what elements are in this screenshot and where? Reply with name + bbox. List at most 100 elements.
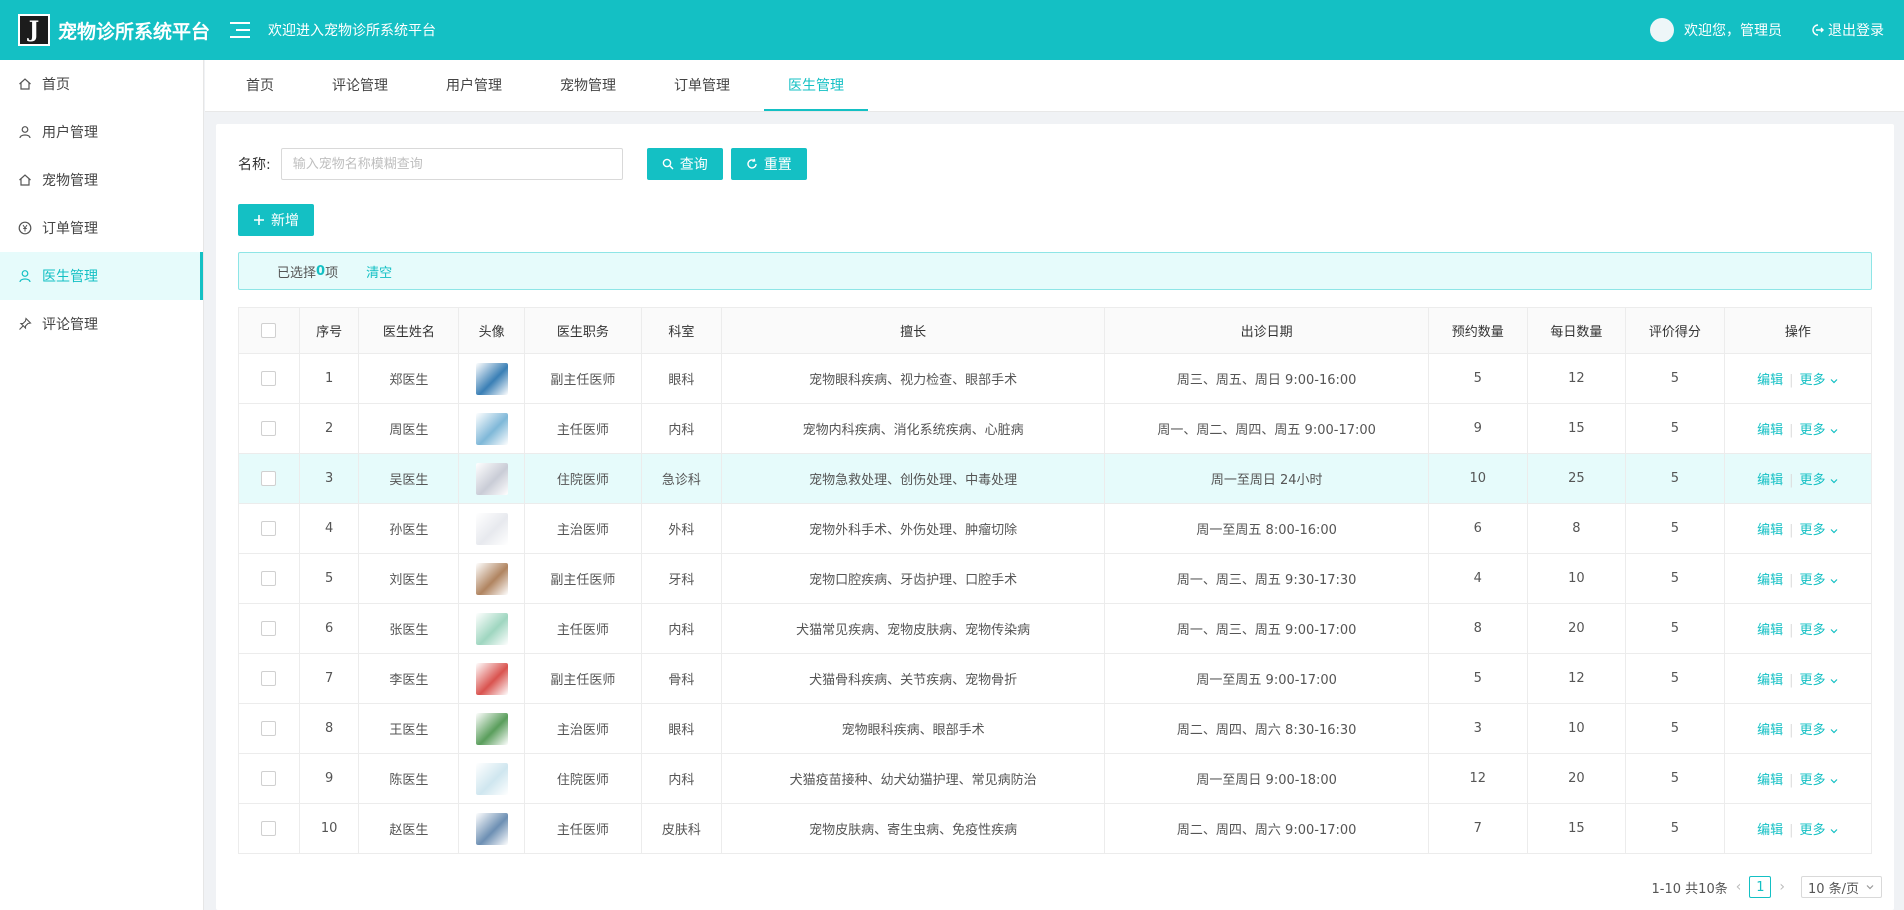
edit-link[interactable]: 编辑 <box>1757 523 1783 538</box>
row-select-cell[interactable] <box>238 503 300 554</box>
doctor-avatar[interactable] <box>475 812 508 845</box>
more-dropdown[interactable]: 更多 <box>1800 823 1839 838</box>
table-row[interactable]: 8 王医生 主治医师 眼科 宠物眼科疾病、眼部手术 周二、周四、周六 8:30-16:30… <box>238 703 1873 754</box>
doctor-avatar[interactable] <box>475 762 508 795</box>
doctor-avatar[interactable] <box>475 512 508 545</box>
row-checkbox[interactable] <box>261 671 277 686</box>
edit-link[interactable]: 编辑 <box>1757 723 1783 738</box>
doctor-avatar[interactable] <box>475 362 508 395</box>
doctor-avatar[interactable] <box>475 662 508 695</box>
row-select-cell[interactable] <box>238 353 300 404</box>
more-dropdown[interactable]: 更多 <box>1800 623 1839 638</box>
logout-button[interactable]: 退出登录 <box>1810 20 1884 40</box>
search-input[interactable] <box>280 148 623 180</box>
table-row[interactable]: 1 郑医生 副主任医师 眼科 宠物眼科疾病、视力检查、眼部手术 周三、周五、周日 9:00… <box>238 353 1873 404</box>
tab-pets[interactable]: 宠物管理 <box>536 59 640 111</box>
menu-toggle-icon[interactable] <box>230 20 252 40</box>
tab-orders[interactable]: 订单管理 <box>650 59 754 111</box>
row-checkbox[interactable] <box>261 421 277 436</box>
edit-link[interactable]: 编辑 <box>1757 773 1783 788</box>
rating: 5 <box>1625 653 1725 704</box>
row-checkbox[interactable] <box>261 821 277 836</box>
more-label: 更多 <box>1799 473 1826 488</box>
table-row[interactable]: 3 吴医生 住院医师 急诊科 宠物急救处理、创伤处理、中毒处理 周一至周日 24小时 10 2… <box>238 453 1873 504</box>
search-row: 名称: 查询 重置 <box>238 148 807 180</box>
more-dropdown[interactable]: 更多 <box>1800 473 1839 488</box>
row-checkbox[interactable] <box>261 371 277 386</box>
select-all-checkbox[interactable] <box>261 323 277 338</box>
row-select-cell[interactable] <box>238 653 300 704</box>
table-row[interactable]: 5 刘医生 副主任医师 牙科 宠物口腔疾病、牙齿护理、口腔手术 周一、周三、周五 9:30… <box>238 553 1873 604</box>
tab-home[interactable]: 首页 <box>222 59 298 111</box>
tab-reviews[interactable]: 评论管理 <box>308 59 412 111</box>
column-header: 操作 <box>1723 307 1873 354</box>
actions-cell: 编辑 | 更多 <box>1723 653 1873 704</box>
row-select-cell[interactable] <box>238 703 300 754</box>
select-all-cell[interactable] <box>238 307 300 354</box>
more-dropdown[interactable]: 更多 <box>1800 773 1839 788</box>
avatar[interactable] <box>1650 18 1674 42</box>
sidebar-item-label: 订单管理 <box>42 221 98 237</box>
actions-cell: 编辑 | 更多 <box>1723 553 1873 604</box>
doctor-avatar[interactable] <box>475 412 508 445</box>
sidebar-item-home[interactable]: 首页 <box>0 60 203 108</box>
sidebar-item-users[interactable]: 用户管理 <box>0 108 203 156</box>
row-checkbox[interactable] <box>261 521 277 536</box>
more-dropdown[interactable]: 更多 <box>1800 723 1839 738</box>
prev-page-icon[interactable]: ‹ <box>1736 879 1742 895</box>
reset-button[interactable]: 重置 <box>730 148 807 180</box>
row-checkbox[interactable] <box>261 471 277 486</box>
doctor-avatar[interactable] <box>475 712 508 745</box>
sidebar-item-reviews[interactable]: 评论管理 <box>0 300 203 348</box>
row-checkbox[interactable] <box>261 621 277 636</box>
edit-link[interactable]: 编辑 <box>1757 823 1783 838</box>
edit-link[interactable]: 编辑 <box>1757 373 1783 388</box>
main-card: 名称: 查询 重置 新增 已选择 0 项 清空 序号 医生姓名 头像 <box>216 124 1894 910</box>
more-dropdown[interactable]: 更多 <box>1800 573 1839 588</box>
doctor-name: 李医生 <box>358 653 460 704</box>
row-select-cell[interactable] <box>238 453 300 504</box>
table-row[interactable]: 7 李医生 副主任医师 骨科 犬猫骨科疾病、关节疾病、宠物骨折 周一至周五 9:00-17… <box>238 653 1873 704</box>
edit-link[interactable]: 编辑 <box>1757 423 1783 438</box>
more-dropdown[interactable]: 更多 <box>1800 423 1839 438</box>
table-row[interactable]: 9 陈医生 住院医师 内科 犬猫疫苗接种、幼犬幼猫护理、常见病防治 周一至周日 9:00-… <box>238 753 1873 804</box>
doctor-avatar[interactable] <box>475 612 508 645</box>
edit-link[interactable]: 编辑 <box>1757 473 1783 488</box>
tab-users[interactable]: 用户管理 <box>422 59 526 111</box>
row-checkbox[interactable] <box>261 771 277 786</box>
table-row[interactable]: 2 周医生 主任医师 内科 宠物内科疾病、消化系统疾病、心脏病 周一、周二、周四、周五 9… <box>238 403 1873 454</box>
row-select-cell[interactable] <box>238 403 300 454</box>
edit-link[interactable]: 编辑 <box>1757 673 1783 688</box>
row-select-cell[interactable] <box>238 553 300 604</box>
sidebar-item-doctors[interactable]: 医生管理 <box>0 252 203 300</box>
edit-link[interactable]: 编辑 <box>1757 573 1783 588</box>
table-row[interactable]: 4 孙医生 主治医师 外科 宠物外科手术、外伤处理、肿瘤切除 周一至周五 8:00-16:… <box>238 503 1873 554</box>
rating: 5 <box>1625 703 1725 754</box>
doctor-name: 吴医生 <box>358 453 460 504</box>
table-row[interactable]: 10 赵医生 主任医师 皮肤科 宠物皮肤病、寄生虫病、免疫性疾病 周二、周四、周六 9:0… <box>238 803 1873 854</box>
clear-selection-link[interactable]: 清空 <box>366 262 392 281</box>
add-button[interactable]: 新增 <box>238 204 314 236</box>
more-dropdown[interactable]: 更多 <box>1800 373 1839 388</box>
more-dropdown[interactable]: 更多 <box>1800 523 1839 538</box>
row-checkbox[interactable] <box>261 721 277 736</box>
row-select-cell[interactable] <box>238 803 300 854</box>
row-select-cell[interactable] <box>238 753 300 804</box>
page-number-button[interactable]: 1 <box>1749 876 1772 898</box>
doctor-name: 张医生 <box>358 603 460 654</box>
schedule: 周一至周五 9:00-17:00 <box>1104 653 1429 704</box>
doctor-avatar[interactable] <box>475 562 508 595</box>
more-dropdown[interactable]: 更多 <box>1800 673 1839 688</box>
page-size-select[interactable]: 10 条/页 <box>1800 876 1882 898</box>
row-select-cell[interactable] <box>238 603 300 654</box>
table-row[interactable]: 6 张医生 主任医师 内科 犬猫常见疾病、宠物皮肤病、宠物传染病 周一、周三、周五 9:0… <box>238 603 1873 654</box>
tab-doctors[interactable]: 医生管理 <box>764 59 868 111</box>
next-page-icon[interactable]: › <box>1779 879 1785 895</box>
sidebar-item-orders[interactable]: 订单管理 <box>0 204 203 252</box>
row-checkbox[interactable] <box>261 571 277 586</box>
edit-link[interactable]: 编辑 <box>1757 623 1783 638</box>
query-button[interactable]: 查询 <box>646 148 723 180</box>
schedule: 周一、周三、周五 9:30-17:30 <box>1104 553 1429 604</box>
doctor-avatar[interactable] <box>475 462 508 495</box>
sidebar-item-pets[interactable]: 宠物管理 <box>0 156 203 204</box>
